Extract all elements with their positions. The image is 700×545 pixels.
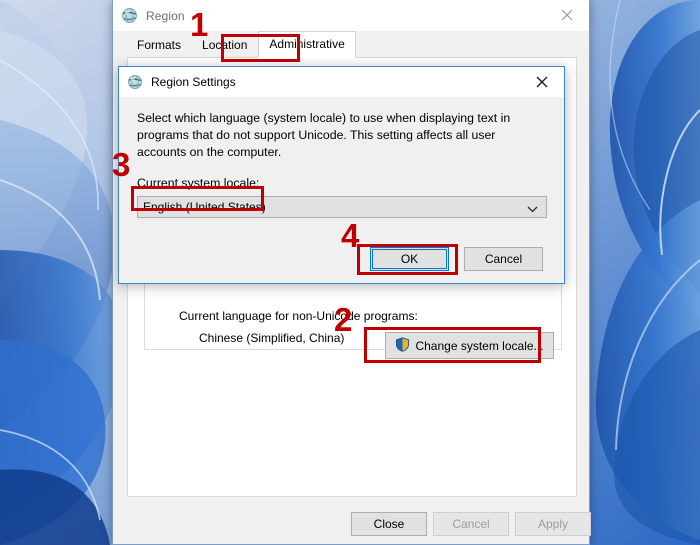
non-unicode-programs-label: Current language for non-Unicode program…: [179, 309, 418, 323]
cancel-button: Cancel: [433, 512, 509, 536]
region-settings-close-button[interactable]: [520, 67, 564, 97]
change-system-locale-label: Change system locale...: [415, 338, 544, 353]
ok-button[interactable]: OK: [370, 247, 449, 271]
region-settings-titlebar: Region Settings: [119, 67, 564, 97]
tab-administrative[interactable]: Administrative: [258, 31, 356, 58]
current-system-locale-label: Current system locale:: [137, 176, 260, 190]
region-tab-strip: Formats Location Administrative: [127, 31, 357, 58]
region-window-titlebar: Region: [113, 0, 589, 31]
globe-icon: [121, 7, 138, 24]
tab-location[interactable]: Location: [192, 33, 257, 58]
apply-button: Apply: [515, 512, 591, 536]
region-window-close-button[interactable]: [545, 0, 589, 30]
current-non-unicode-language-value: Chinese (Simplified, China): [199, 331, 345, 345]
region-settings-dialog: Region Settings Select which language (s…: [118, 66, 565, 284]
region-settings-title: Region Settings: [151, 75, 236, 89]
region-settings-body: Select which language (system locale) to…: [119, 97, 564, 285]
change-system-locale-button[interactable]: Change system locale...: [385, 332, 554, 359]
dialog-cancel-button[interactable]: Cancel: [464, 247, 543, 271]
system-locale-combobox[interactable]: English (United States): [137, 196, 547, 218]
globe-icon: [127, 74, 143, 90]
region-window-title: Region: [146, 8, 185, 23]
chevron-down-icon: [527, 203, 538, 217]
dialog-description: Select which language (system locale) to…: [137, 111, 511, 159]
tab-formats[interactable]: Formats: [127, 33, 191, 58]
desktop-background: Region Formats Location Administrative C…: [0, 0, 700, 545]
close-button[interactable]: Close: [351, 512, 427, 536]
system-locale-selected-value: English (United States): [143, 200, 266, 214]
uac-shield-icon: [395, 336, 410, 355]
